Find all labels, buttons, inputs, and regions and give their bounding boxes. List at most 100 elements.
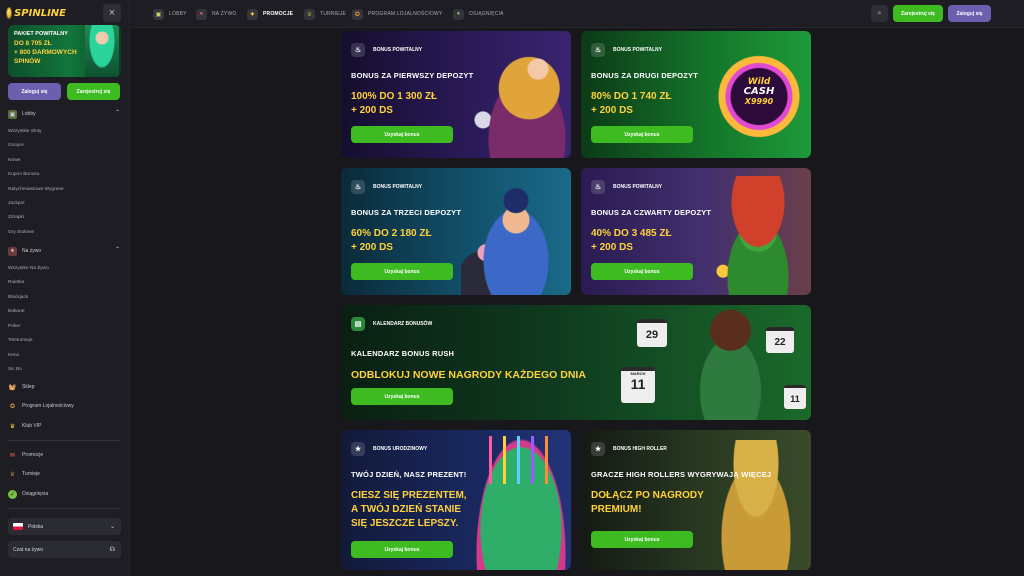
register-button[interactable]: Zarejestruj się xyxy=(67,83,120,100)
sidebar-item-loyalty[interactable]: ✪ Program Lojalnościowy xyxy=(8,400,74,412)
sidebar-item-roulette[interactable]: Ruletka xyxy=(8,276,24,288)
nav-tournaments[interactable]: ♕ TURNIEJE xyxy=(304,8,346,20)
sidebar-item-vip[interactable]: ♛ Klub VIP xyxy=(8,420,42,432)
nav-promotions[interactable]: ✦ PROMOCJE xyxy=(247,8,293,20)
promo-character-image xyxy=(85,25,119,77)
get-bonus-button[interactable]: Uzyskaj bonus xyxy=(351,263,453,280)
police-officer-donut-illustration xyxy=(461,174,561,295)
offer-line: 40% DO 3 485 ZŁ xyxy=(591,228,672,239)
card-offer: CIESZ SIĘ PREZENTEM, A TWÓJ DZIEŃ STANIE… xyxy=(351,489,467,531)
get-bonus-button[interactable]: Uzyskaj bonus xyxy=(591,126,693,143)
promo-icon: ✦ xyxy=(247,8,258,20)
nav-label: OSIĄGNIĘCIA xyxy=(469,11,504,17)
login-button[interactable]: Zaloguj się xyxy=(948,5,991,22)
logo-word-multiplier: X9990 xyxy=(744,97,774,106)
sidebar-item-new[interactable]: Nowe xyxy=(8,154,20,166)
live-chat-button[interactable]: Czat na żywo ☊ xyxy=(8,541,121,558)
sidebar-item-tournaments[interactable]: ♕ Turnieje xyxy=(8,468,40,480)
sidebar-item-lobby[interactable]: ▣ Lobby xyxy=(8,108,36,120)
sidebar-item-keno[interactable]: Keno xyxy=(8,349,19,361)
card-offer: 40% DO 3 485 ZŁ + 200 DS xyxy=(591,227,672,255)
close-sidebar-button[interactable]: × xyxy=(103,4,121,22)
promo-card-bonus-calendar[interactable]: 29 22 MARCH 11 11 ▤ KALENDARZ BONUSÓW KAL… xyxy=(341,305,811,420)
card-title: KALENDARZ BONUS RUSH xyxy=(351,349,455,358)
nav-live[interactable]: ♠ NA ŻYWO xyxy=(196,8,236,20)
sidebar-item-scratch[interactable]: Zdrapki xyxy=(8,211,24,223)
language-select[interactable]: Polska ⌄ xyxy=(8,518,121,535)
search-button[interactable]: ⌕ xyxy=(871,5,888,22)
get-bonus-button[interactable]: Uzyskaj bonus xyxy=(351,388,453,405)
login-button[interactable]: Zaloguj się xyxy=(8,83,61,100)
star-gift-icon: ★ xyxy=(351,442,365,456)
gift-bag-icon: ♨ xyxy=(591,180,605,194)
sidebar-item-label: Program Lojalnościowy xyxy=(22,403,74,409)
sidebar-item-live[interactable]: ♠ Na żywo xyxy=(8,245,41,257)
bonus-tag: ♨ BONUS POWITALNY xyxy=(351,180,422,194)
promo-card-second-deposit[interactable]: Wild CASH X9990 ♨ BONUS POWITALNY BONUS Z… xyxy=(581,31,811,158)
nav-lobby[interactable]: ▣ LOBBY xyxy=(153,8,187,20)
sidebar-item-label: Promocje xyxy=(22,452,44,458)
register-button[interactable]: Zarejestruj się xyxy=(893,5,943,22)
welcome-package-banner[interactable]: PAKIET POWITALNY DO 8 705 ZŁ + 800 DARMO… xyxy=(8,25,121,77)
close-icon: × xyxy=(108,7,116,19)
get-bonus-button[interactable]: Uzyskaj bonus xyxy=(591,263,693,280)
card-title: BONUS ZA TRZECI DEPOZYT xyxy=(351,208,462,217)
tag-label: KALENDARZ BONUSÓW xyxy=(373,321,433,327)
search-icon: ⌕ xyxy=(877,9,882,17)
sidebar-item-hot[interactable]: Gorące xyxy=(8,139,24,151)
sidebar-item-all-live[interactable]: Wszystko Na Żywo xyxy=(8,262,49,274)
offer-line: + 200 DS xyxy=(351,105,393,116)
sidebar-item-achievements[interactable]: ✓ Osiągnięcia xyxy=(8,488,48,500)
promo-card-high-roller[interactable]: ★ BONUS HIGH ROLLER GRACZE HIGH ROLLERS W… xyxy=(581,430,811,570)
promo-card-fourth-deposit[interactable]: ♨ BONUS POWITALNY BONUS ZA CZWARTY DEPOZY… xyxy=(581,168,811,295)
egyptian-queen-illustration xyxy=(711,440,801,570)
card-title: BONUS ZA PIERWSZY DEPOZYT xyxy=(351,71,474,80)
sidebar-item-game-shows[interactable]: Teleturnieje xyxy=(8,334,33,346)
card-offer: 60% DO 2 180 ZŁ + 200 DS xyxy=(351,227,432,255)
gift-bag-icon: ♨ xyxy=(591,43,605,57)
nav-label: TURNIEJE xyxy=(320,11,347,17)
sidebar-item-bonus-buy[interactable]: Kupno Bonusu xyxy=(8,168,39,180)
sidebar-item-shop[interactable]: 🧺 Sklep xyxy=(8,381,35,393)
sidebar-item-label: Lobby xyxy=(22,111,36,117)
sidebar-item-poker[interactable]: Poker xyxy=(8,320,21,332)
bonus-tag: ♨ BONUS POWITALNY xyxy=(591,180,662,194)
sidebar-item-table-games[interactable]: Gry Stołowe xyxy=(8,226,34,238)
card-offer: ODBLOKUJ NOWE NAGRODY KAŻDEGO DNIA xyxy=(351,369,586,381)
get-bonus-button[interactable]: Uzyskaj bonus xyxy=(591,531,693,548)
chevron-up-icon[interactable]: ⌃ xyxy=(115,109,120,116)
top-navigation: ▣ LOBBY ♠ NA ŻYWO ✦ PROMOCJE ♕ TURNIEJE … xyxy=(131,0,1024,28)
offer-line: A TWÓJ DZIEŃ STANIE xyxy=(351,504,461,515)
sidebar-item-sic-bo[interactable]: Sic Bo xyxy=(8,363,22,375)
achievements-icon: ● xyxy=(453,8,464,20)
headset-icon: ☊ xyxy=(109,547,115,553)
sidebar-item-baccarat[interactable]: Bakarat xyxy=(8,305,25,317)
sidebar-item-jackpot[interactable]: Jackpot xyxy=(8,197,25,209)
sidebar-item-promotions[interactable]: ✉ Promocje xyxy=(8,449,43,461)
sidebar-item-label: Osiągnięcia xyxy=(22,491,49,497)
promo-card-third-deposit[interactable]: ♨ BONUS POWITALNY BONUS ZA TRZECI DEPOZYT… xyxy=(341,168,571,295)
spinline-logo[interactable]: SPINLINE xyxy=(6,4,66,22)
card-title: GRACZE HIGH ROLLERS WYGRYWAJĄ WIĘCEJ xyxy=(591,470,772,479)
live-cards-icon: ♠ xyxy=(8,246,17,256)
nav-achievements[interactable]: ● OSIĄGNIĘCIA xyxy=(453,8,504,20)
promo-card-first-deposit[interactable]: ♨ BONUS POWITALNY BONUS ZA PIERWSZY DEPOZ… xyxy=(341,31,571,158)
sidebar-item-all-slots[interactable]: Wszystkie Sloty xyxy=(8,125,42,137)
sorceress-wolf-illustration xyxy=(461,31,571,158)
promo-card-birthday[interactable]: ★ BONUS URODZINOWY TWÓJ DZIEŃ, NASZ PREZE… xyxy=(341,430,571,570)
gift-icon: ✉ xyxy=(9,452,16,459)
bonus-tag: ★ BONUS URODZINOWY xyxy=(351,442,427,456)
nav-label: PROGRAM LOJALNOŚCIOWY xyxy=(368,11,443,17)
cactus-cowboy-illustration xyxy=(703,176,803,295)
nav-loyalty[interactable]: ✪ PROGRAM LOJALNOŚCIOWY xyxy=(352,8,443,20)
welcome-package-text: PAKIET POWITALNY DO 8 705 ZŁ + 800 DARMO… xyxy=(14,30,84,66)
card-offer: 80% DO 1 740 ZŁ + 200 DS xyxy=(591,90,672,118)
chevron-up-icon[interactable]: ⌃ xyxy=(115,246,120,253)
offer-line: SIĘ JESZCZE LEPSZY. xyxy=(351,518,459,529)
get-bonus-button[interactable]: Uzyskaj bonus xyxy=(351,126,453,143)
sidebar-item-instant-win[interactable]: Natychmiastowe Wygrane xyxy=(8,183,64,195)
get-bonus-button[interactable]: Uzyskaj bonus xyxy=(351,541,453,558)
sidebar-item-blackjack[interactable]: Blackjack xyxy=(8,291,28,303)
sidebar-item-label: Turnieje xyxy=(22,471,40,477)
offer-line: 100% DO 1 300 ZŁ xyxy=(351,91,438,102)
